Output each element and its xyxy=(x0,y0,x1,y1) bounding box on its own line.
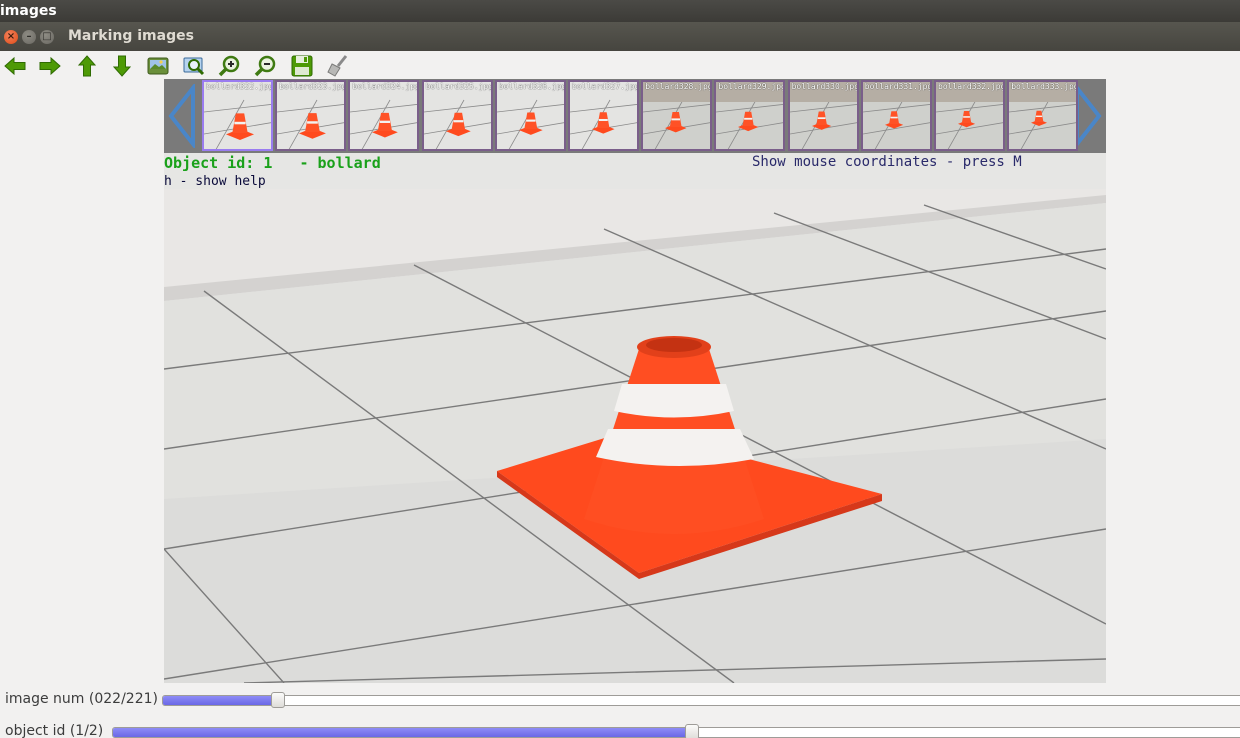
thumbnail[interactable]: bollard329.jpg xyxy=(714,80,786,151)
top-panel: images xyxy=(0,0,1240,22)
object-label: Object id: 1 - bollard xyxy=(164,154,381,172)
thumbnail-filename: bollard332.jpg xyxy=(938,82,1005,91)
help-hint: h - show help xyxy=(164,174,266,189)
thumbnail-image xyxy=(496,82,564,149)
arrow-down-icon xyxy=(112,55,132,77)
triangle-left-icon xyxy=(168,84,195,148)
thumbnail[interactable]: bollard327.jpg xyxy=(568,80,639,151)
arrow-up-icon xyxy=(77,55,97,77)
image-viewport[interactable]: bollard322.jpg bollard323.jpg bollard324.j… xyxy=(164,79,1106,683)
close-icon: × xyxy=(6,31,16,42)
thumbnails-prev-button[interactable] xyxy=(164,79,200,153)
thumbnail-filename: bollard329.jpg xyxy=(718,82,786,91)
prev-image-button[interactable] xyxy=(3,54,27,78)
image-icon xyxy=(147,57,169,75)
zoom-fit-icon xyxy=(183,57,205,76)
image-num-slider-fill xyxy=(163,696,279,705)
zoom-out-icon xyxy=(254,55,276,77)
thumbnail-image xyxy=(936,82,1003,149)
thumbnail[interactable]: bollard326.jpg xyxy=(494,80,566,151)
thumbnail-image xyxy=(862,82,930,149)
arrow-right-icon xyxy=(39,56,61,76)
toolbar xyxy=(0,51,1240,79)
thumbnail-image xyxy=(570,82,637,149)
thumbnail-image xyxy=(643,82,711,149)
thumbnail[interactable]: bollard330.jpg xyxy=(787,80,859,151)
object-id-slider-handle[interactable] xyxy=(685,724,699,738)
thumbnail-filename: bollard325.jpg xyxy=(425,82,493,91)
app-root: images × – □ Marking images bollard322.j… xyxy=(0,0,1240,738)
mouse-coords-hint: Show mouse coordinates - press M xyxy=(752,154,1022,170)
object-id-slider-row: object id (1/2) xyxy=(0,721,1240,738)
object-id-slider-fill xyxy=(113,728,693,737)
thumbnail[interactable]: bollard333.jpg xyxy=(1007,80,1079,151)
thumbnail-filename: bollard322.jpg xyxy=(206,82,273,91)
save-button[interactable] xyxy=(290,54,314,78)
thumbnail-filename: bollard331.jpg xyxy=(864,82,932,91)
thumbnail-filename: bollard333.jpg xyxy=(1011,82,1079,91)
zoom-in-icon xyxy=(218,55,240,77)
top-panel-title: images xyxy=(0,3,57,19)
zoom-out-button[interactable] xyxy=(254,54,278,78)
thumbnail-filename: bollard326.jpg xyxy=(498,82,566,91)
window-close-button[interactable]: × xyxy=(4,30,18,44)
thumbnail-strip: bollard322.jpg bollard323.jpg bollard324.j… xyxy=(164,79,1106,153)
image-num-slider[interactable] xyxy=(162,695,1240,706)
zoom-fit-button[interactable] xyxy=(182,54,206,78)
arrow-left-icon xyxy=(4,56,26,76)
object-id-slider[interactable] xyxy=(112,727,1240,738)
window-title-bar: × – □ Marking images xyxy=(0,22,1240,51)
maximize-icon: □ xyxy=(42,31,52,42)
window-minimize-button[interactable]: – xyxy=(22,30,36,44)
thumbnail[interactable]: bollard328.jpg xyxy=(641,80,713,151)
thumbnail[interactable]: bollard325.jpg xyxy=(421,80,493,151)
thumbnail-image xyxy=(789,82,857,149)
thumbnail-filename: bollard328.jpg xyxy=(645,82,713,91)
thumbnail-filename: bollard324.jpg xyxy=(352,82,420,91)
next-image-button[interactable] xyxy=(38,54,62,78)
thumbnail[interactable]: bollard331.jpg xyxy=(860,80,932,151)
window-maximize-button[interactable]: □ xyxy=(40,30,54,44)
image-num-label: image num (022/221) xyxy=(5,691,158,707)
thumbnail-filename: bollard323.jpg xyxy=(279,82,347,91)
thumbnail-image xyxy=(277,82,345,149)
thumbnail[interactable]: bollard323.jpg xyxy=(275,80,347,151)
image-num-slider-handle[interactable] xyxy=(271,692,285,708)
zoom-in-button[interactable] xyxy=(218,54,242,78)
thumbnail[interactable]: bollard332.jpg xyxy=(934,80,1005,151)
image-num-slider-row: image num (022/221) xyxy=(0,689,1240,711)
show-image-button[interactable] xyxy=(146,54,170,78)
thumbnail-filename: bollard330.jpg xyxy=(791,82,859,91)
clear-button[interactable] xyxy=(326,54,350,78)
thumbnail[interactable]: bollard322.jpg xyxy=(202,80,273,151)
minimize-icon: – xyxy=(26,31,32,42)
thumbnail[interactable]: bollard324.jpg xyxy=(348,80,420,151)
prev-object-button[interactable] xyxy=(75,54,99,78)
thumbnail-filename: bollard327.jpg xyxy=(572,82,639,91)
object-id-label: object id (1/2) xyxy=(5,723,104,738)
thumbnail-image xyxy=(716,82,784,149)
thumbnail-image xyxy=(1009,82,1077,149)
save-icon xyxy=(291,55,313,77)
window-title: Marking images xyxy=(68,28,194,44)
clear-icon xyxy=(327,55,348,77)
thumbnail-image xyxy=(204,82,271,149)
next-object-button[interactable] xyxy=(110,54,134,78)
thumbnail-image xyxy=(350,82,418,149)
thumbnail-image xyxy=(423,82,491,149)
